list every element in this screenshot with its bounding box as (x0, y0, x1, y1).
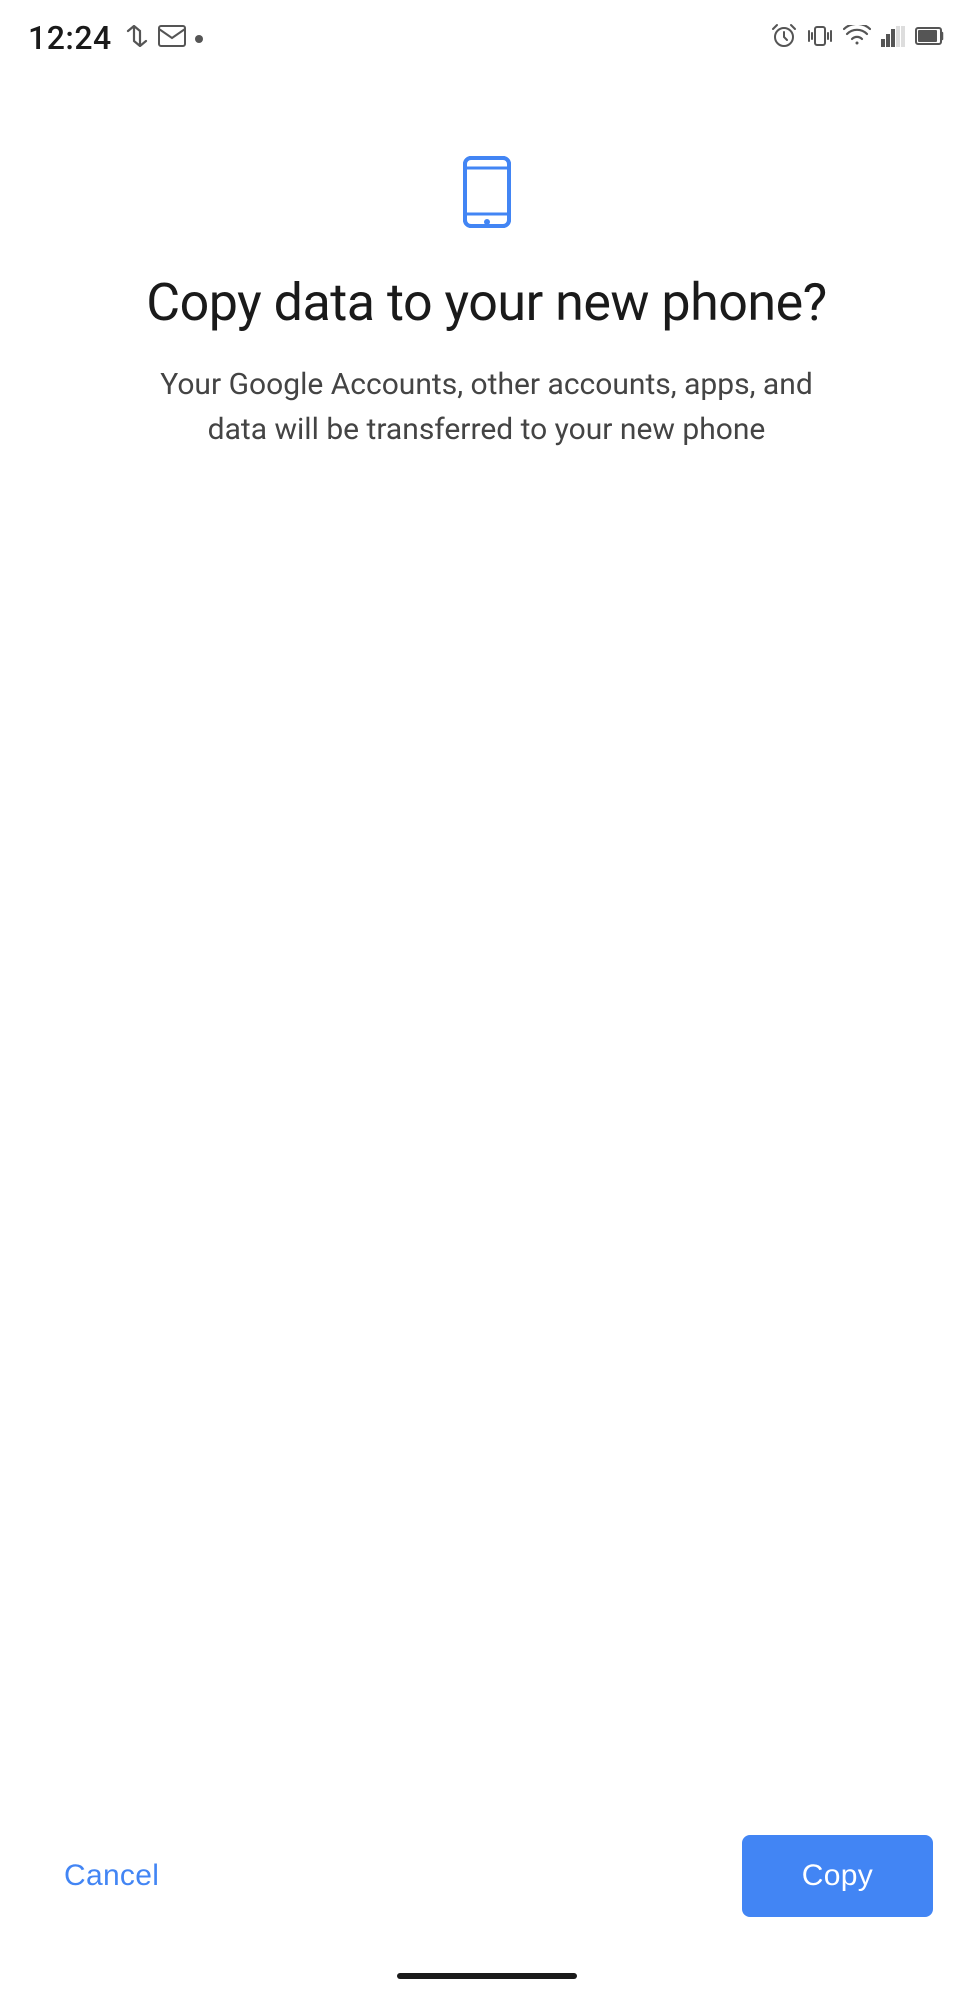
arrow-transfer-icon (124, 25, 150, 51)
main-content: Copy data to your new phone? Your Google… (0, 72, 973, 978)
cancel-button[interactable]: Cancel (40, 1839, 183, 1913)
status-bar-right (771, 23, 945, 53)
status-icons-left (124, 25, 204, 51)
alarm-icon (771, 23, 797, 53)
copy-button[interactable]: Copy (742, 1835, 933, 1917)
gmail-icon (158, 25, 186, 51)
smartphone-icon (447, 217, 527, 236)
status-time: 12:24 (28, 19, 112, 57)
phone-icon-container (447, 152, 527, 236)
home-indicator (0, 1957, 973, 1999)
home-indicator-bar (397, 1973, 577, 1979)
wifi-icon (843, 25, 871, 51)
notification-dot-icon (194, 29, 204, 48)
status-bar: 12:24 (0, 0, 973, 72)
battery-icon (915, 25, 945, 51)
vibrate-icon (807, 23, 833, 53)
bottom-actions: Cancel Copy (0, 1803, 973, 1957)
page-subtitle: Your Google Accounts, other accounts, ap… (137, 362, 837, 452)
page-title: Copy data to your new phone? (146, 272, 826, 334)
signal-icon (881, 25, 905, 51)
status-bar-left: 12:24 (28, 19, 204, 57)
